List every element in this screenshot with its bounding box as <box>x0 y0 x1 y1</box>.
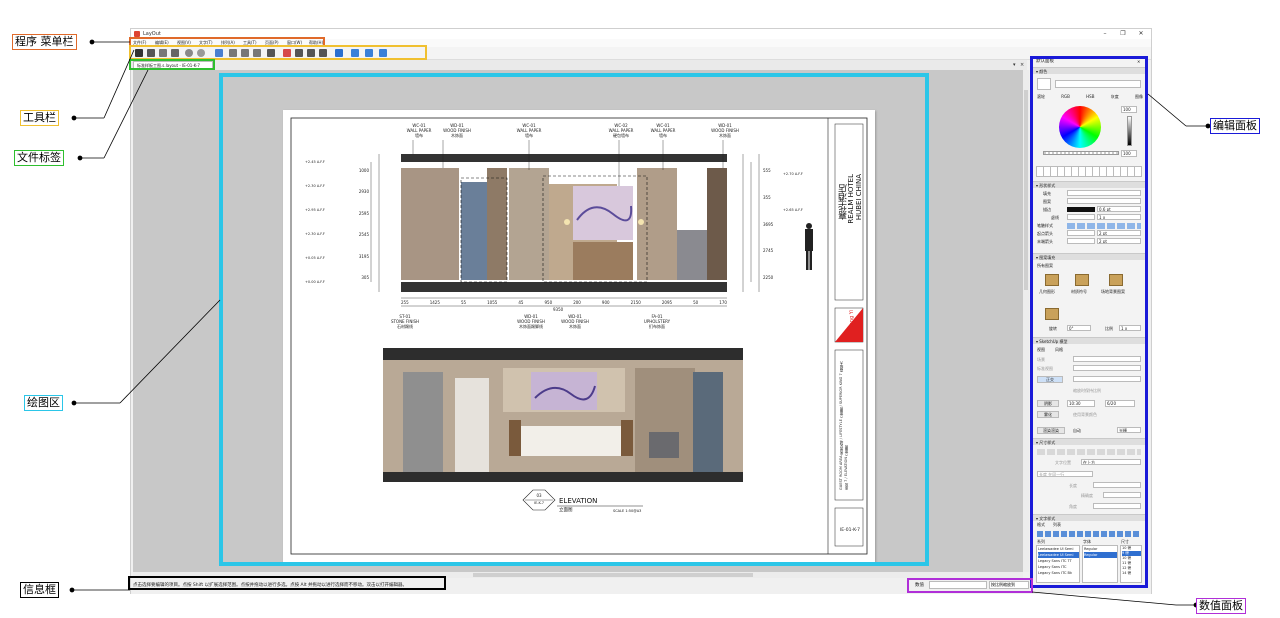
minimize-icon[interactable]: – <box>1099 29 1111 39</box>
tab-dropdown-icon[interactable]: ▾ <box>1013 62 1016 68</box>
doc-tab-highlight-box <box>129 59 215 70</box>
canvas-highlight-box <box>219 73 929 566</box>
callout-toolbar: 工具栏 <box>20 110 59 126</box>
tab-close-icon[interactable]: × <box>1020 62 1024 68</box>
vertical-scrollbar[interactable] <box>1023 70 1029 572</box>
tutorial-annotated-screenshot: LayOut – ❐ ✕ 文件(F) 编辑(E) 视图(V) 文字(T) 排列(… <box>0 0 1280 618</box>
maximize-icon[interactable]: ❐ <box>1117 29 1129 39</box>
vertical-scroll-thumb[interactable] <box>1024 90 1028 290</box>
document-tab-strip: 标准样板工图.s.layout - IE-01-K-7 ▾ × <box>131 60 1027 70</box>
callout-panel: 编辑面板 <box>1210 118 1260 134</box>
callout-doc-tab: 文件标签 <box>14 150 64 166</box>
callout-menubar: 程序 菜单栏 <box>12 34 77 50</box>
measurements-highlight-box <box>907 578 1033 593</box>
callout-canvas: 绘图区 <box>24 395 63 411</box>
toolbar-highlight-box <box>129 45 427 60</box>
panel-highlight-box <box>1030 56 1148 588</box>
callout-measurements: 数值面板 <box>1196 598 1246 614</box>
close-icon[interactable]: ✕ <box>1135 29 1147 39</box>
horizontal-scroll-thumb[interactable] <box>473 573 753 577</box>
status-highlight-box <box>128 576 446 590</box>
callout-status: 信息框 <box>20 582 59 598</box>
